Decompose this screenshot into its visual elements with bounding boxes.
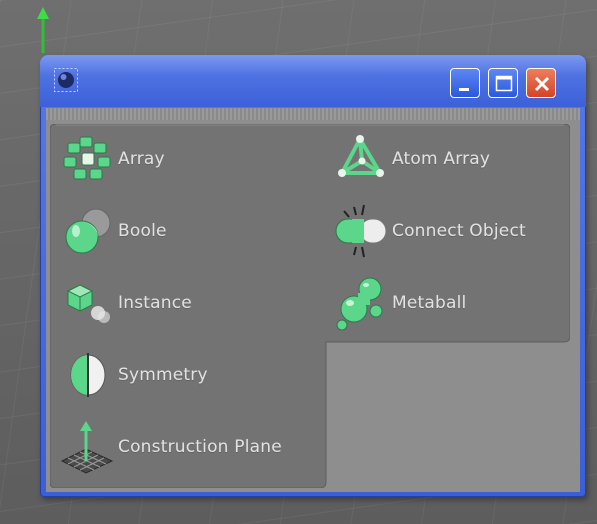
array-command[interactable]: Array xyxy=(58,128,320,190)
axis-gizmo-icon xyxy=(33,5,53,55)
atom-array-label: Atom Array xyxy=(392,149,491,169)
metaball-icon xyxy=(332,275,392,331)
symmetry-icon xyxy=(58,347,118,403)
construction-plane-command[interactable]: Construction Plane xyxy=(58,416,320,478)
instance-label: Instance xyxy=(118,293,192,313)
boole-command[interactable]: Boole xyxy=(58,200,320,262)
boole-icon xyxy=(58,203,118,259)
symmetry-label: Symmetry xyxy=(118,365,208,385)
connect-object-label: Connect Object xyxy=(392,221,526,241)
connect-object-icon xyxy=(332,203,392,259)
metaball-command[interactable]: Metaball xyxy=(332,272,570,334)
symmetry-command[interactable]: Symmetry xyxy=(58,344,320,406)
window-client-area: Array Boole Instance Symmetry Constructi… xyxy=(46,107,580,492)
close-icon xyxy=(534,76,550,92)
instance-command[interactable]: Instance xyxy=(58,272,320,334)
minimize-icon xyxy=(459,88,469,91)
minimize-button[interactable] xyxy=(450,68,480,98)
title-bar[interactable] xyxy=(40,55,586,107)
maximize-icon xyxy=(495,75,513,92)
construction-plane-icon xyxy=(58,419,118,475)
connect-object-command[interactable]: Connect Object xyxy=(332,200,570,262)
array-label: Array xyxy=(118,149,165,169)
construction-plane-label: Construction Plane xyxy=(118,437,282,457)
array-icon xyxy=(58,131,118,187)
app-icon[interactable] xyxy=(54,68,78,92)
object-palette-window: Array Boole Instance Symmetry Constructi… xyxy=(40,55,586,497)
maximize-button[interactable] xyxy=(488,68,518,98)
atom-array-icon xyxy=(332,131,392,187)
panel-divider-strip xyxy=(46,108,580,120)
instance-icon xyxy=(58,275,118,331)
boole-label: Boole xyxy=(118,221,167,241)
metaball-label: Metaball xyxy=(392,293,467,313)
object-command-panel: Array Boole Instance Symmetry Constructi… xyxy=(50,124,570,488)
atom-array-command[interactable]: Atom Array xyxy=(332,128,570,190)
close-button[interactable] xyxy=(526,68,556,98)
